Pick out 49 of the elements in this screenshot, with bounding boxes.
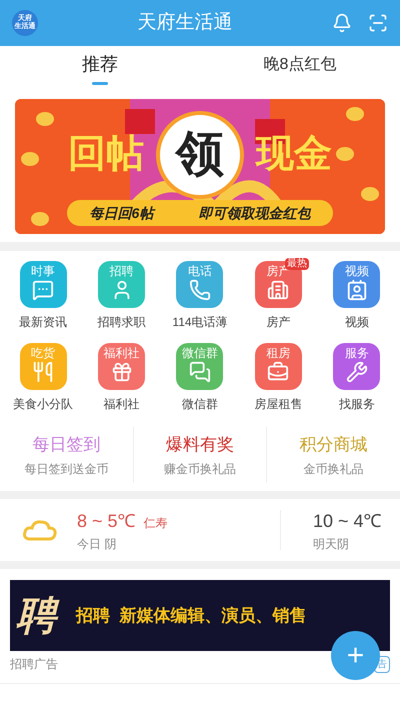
- category-label: 房屋租售: [254, 396, 302, 413]
- ad-caption: 招聘广告: [10, 656, 58, 673]
- grid-item[interactable]: 吃货 美食小分队: [4, 343, 82, 413]
- category-icon: 视频: [333, 261, 380, 308]
- tomorrow-temperature: 10 ~ 4℃: [313, 510, 383, 532]
- today-temperature: 8 ~ 5℃: [77, 510, 136, 532]
- city-name: 仁寿: [144, 514, 168, 532]
- category-icon: 福利社: [98, 343, 146, 390]
- grid-item[interactable]: 电话 114电话薄: [160, 261, 240, 331]
- category-icon: 租房: [254, 343, 302, 390]
- category-icon: 招聘: [98, 261, 146, 308]
- category-label: 招聘求职: [98, 314, 146, 331]
- ad-text: 招聘 新媒体编辑、演员、销售: [76, 604, 306, 627]
- grid-item[interactable]: 租房 房屋租售: [239, 343, 318, 413]
- grid-item[interactable]: 招聘 招聘求职: [82, 261, 161, 331]
- category-label: 最新资讯: [19, 314, 68, 331]
- tab[interactable]: 晚8点红包: [200, 46, 400, 90]
- promo-item[interactable]: 每日签到 每日签到送金币: [0, 427, 133, 483]
- tab[interactable]: 推荐: [0, 46, 200, 90]
- category-label: 美食小分队: [13, 396, 74, 413]
- banner-caption: 每日回6帖: [90, 204, 154, 222]
- promo-subtitle: 金币换礼品: [304, 460, 364, 478]
- category-icon: 电话: [176, 261, 224, 308]
- grid-item[interactable]: 服务 找服务: [318, 343, 396, 413]
- promo-item[interactable]: 爆料有奖 赚金币换礼品: [132, 427, 266, 483]
- category-label: 微信群: [182, 396, 218, 413]
- category-label: 找服务: [338, 396, 375, 413]
- grid-item[interactable]: 时事 最新资讯: [4, 261, 82, 331]
- promo-item[interactable]: 积分商城 金币换礼品: [266, 427, 400, 483]
- category-label: 视频: [344, 314, 369, 331]
- promo-title: 每日签到: [32, 434, 100, 456]
- grid-item[interactable]: 微信群 微信群: [160, 343, 240, 413]
- category-icon: 时事: [20, 261, 67, 308]
- category-label: 房产: [266, 314, 290, 331]
- banner-caption: 即可领取现金红包: [198, 204, 310, 222]
- today-weather: 今日 阴: [77, 536, 118, 552]
- tomorrow-weather: 明天阴: [313, 536, 350, 552]
- promo-title: 爆料有奖: [166, 434, 234, 456]
- category-icon: 吃货: [20, 343, 67, 390]
- app-title: 天府生活通: [138, 10, 232, 35]
- category-label: 114电话薄: [172, 314, 228, 331]
- category-icon: 微信群: [176, 343, 224, 390]
- category-label: 福利社: [104, 396, 140, 413]
- promo-subtitle: 赚金币换礼品: [164, 460, 236, 478]
- promo-subtitle: 每日签到送金币: [24, 460, 108, 478]
- grid-item[interactable]: 福利社 福利社: [82, 343, 161, 413]
- category-icon: 服务: [333, 343, 380, 390]
- promo-title: 积分商城: [300, 434, 368, 456]
- grid-item[interactable]: 视频 视频: [318, 261, 396, 331]
